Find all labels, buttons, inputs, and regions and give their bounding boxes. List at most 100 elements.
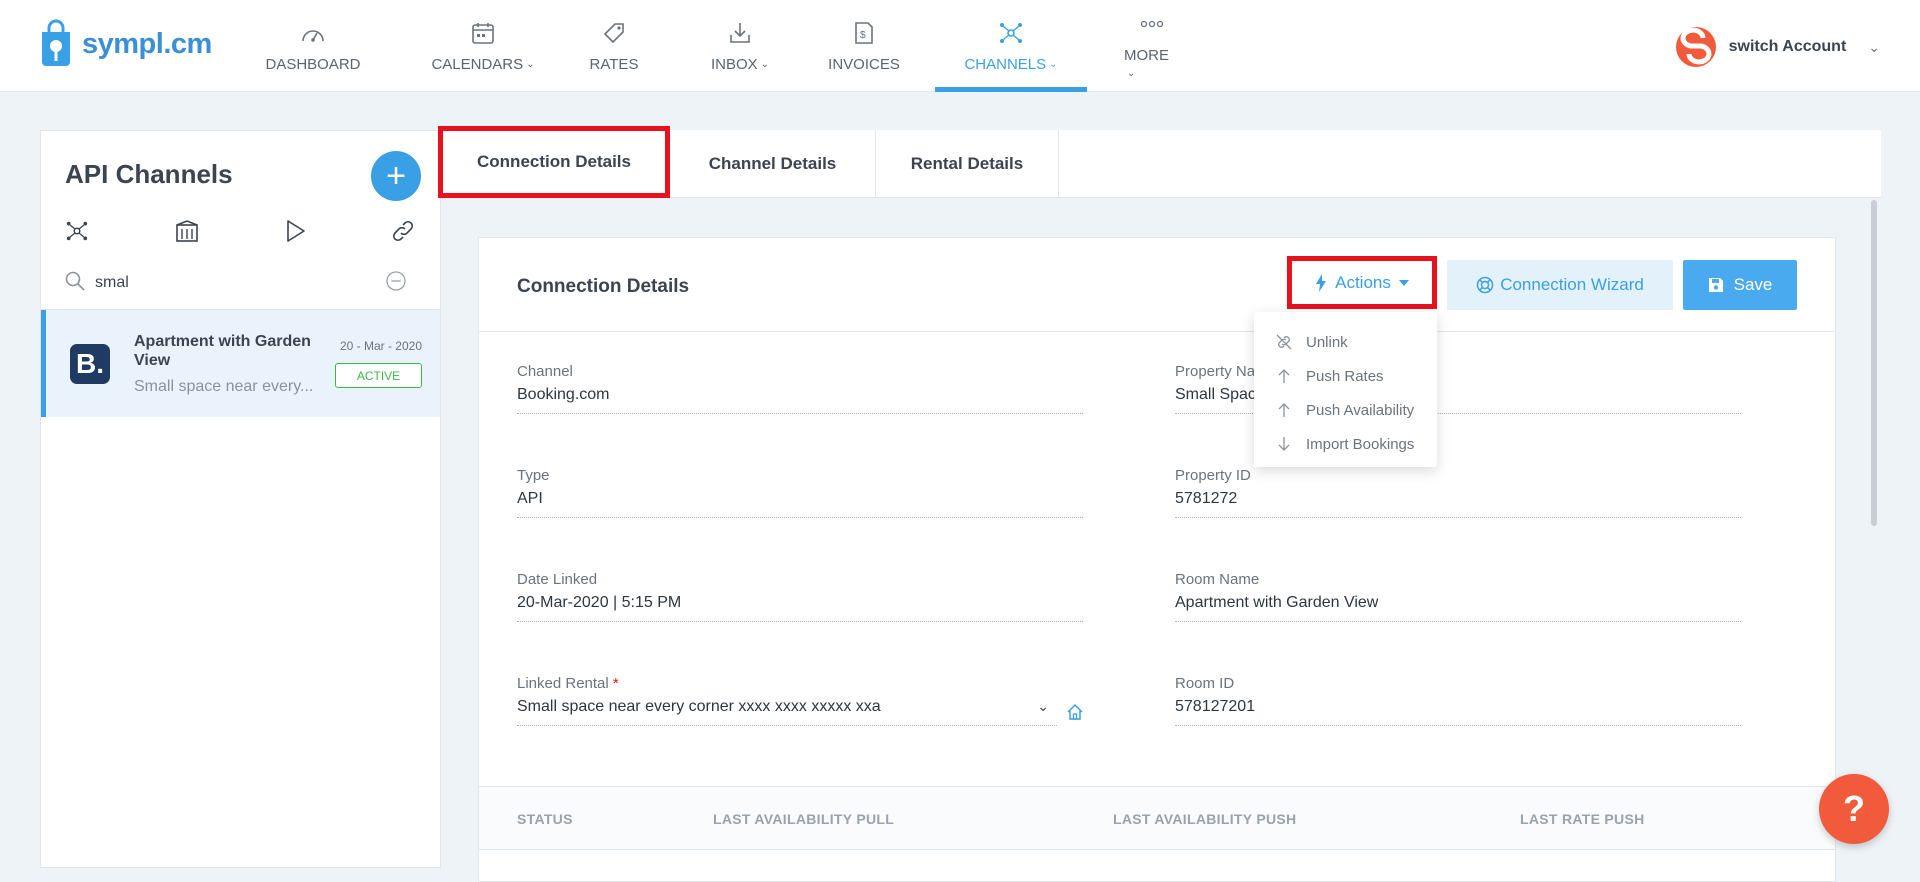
menu-item-push-rates[interactable]: Push Rates: [1254, 359, 1437, 393]
room-id-field: Room ID 578127201: [1175, 675, 1741, 726]
field-label: Type: [517, 467, 550, 484]
logo[interactable]: sympl.cm: [38, 18, 212, 70]
type-value: API: [517, 490, 1083, 518]
network-filter-icon[interactable]: [65, 219, 89, 248]
save-button[interactable]: Save: [1683, 260, 1797, 310]
chevron-down-icon: ⌄: [1049, 59, 1058, 71]
search-icon: [65, 271, 85, 296]
nav-dashboard-label: DASHBOARD: [265, 55, 361, 73]
nav-more-label: MORE: [1124, 47, 1169, 64]
column-header-last-rate-push: LAST RATE PUSH: [1520, 811, 1645, 827]
field-label: Linked Rental *: [517, 675, 1057, 692]
field-label: Room ID: [1175, 675, 1235, 692]
status-badge: ACTIVE: [335, 363, 422, 388]
nav-inbox[interactable]: INBOX ⌄: [710, 0, 770, 92]
brand-name: sympl.cm: [82, 27, 212, 60]
home-icon[interactable]: [1066, 703, 1084, 726]
chevron-down-icon: ⌄: [526, 59, 535, 71]
link-icon[interactable]: [391, 219, 415, 248]
menu-item-label: Push Availability: [1306, 401, 1415, 419]
field-label: Date Linked: [517, 571, 598, 588]
account-switcher[interactable]: switch Account ⌄: [1675, 26, 1880, 68]
nav-invoices[interactable]: $ INVOICES: [828, 0, 900, 92]
menu-item-import-bookings[interactable]: Import Bookings: [1254, 427, 1437, 461]
field-label: Channel: [517, 363, 573, 380]
connection-details-card: Connection Details Actions Connection Wi…: [478, 237, 1836, 882]
nav-channels[interactable]: CHANNELS ⌄: [935, 0, 1087, 92]
actions-button[interactable]: Actions: [1287, 256, 1437, 309]
booking-com-logo: B.: [70, 344, 110, 384]
panel-toolbar: [61, 219, 431, 249]
help-button[interactable]: ?: [1819, 774, 1889, 844]
nav-invoices-label: INVOICES: [828, 55, 900, 73]
room-id-value: 578127201: [1175, 698, 1741, 726]
menu-item-push-availability[interactable]: Push Availability: [1254, 393, 1437, 427]
top-navigation: sympl.cm DASHBOARD CALENDARS ⌄ RATES INBO…: [0, 0, 1920, 92]
tab-channel-details[interactable]: Channel Details: [670, 130, 876, 198]
lightning-icon: [1316, 273, 1327, 292]
channel-field: Channel Booking.com: [517, 363, 1083, 414]
connection-wizard-button[interactable]: Connection Wizard: [1447, 260, 1673, 310]
arrow-up-icon: [1278, 403, 1290, 417]
nav-inbox-label: INBOX: [710, 55, 758, 73]
channel-item-title: Apartment with Garden View: [134, 333, 311, 369]
channel-value: Booking.com: [517, 386, 1083, 414]
card-header: Connection Details Actions Connection Wi…: [479, 238, 1835, 332]
chevron-down-icon: ⌄: [1037, 698, 1049, 714]
network-icon: [996, 20, 1026, 46]
channel-list-item[interactable]: B. Apartment with Garden View Small spac…: [41, 310, 440, 417]
column-header-last-availability-push: LAST AVAILABILITY PUSH: [1113, 811, 1297, 827]
tab-rental-details[interactable]: Rental Details: [876, 130, 1059, 198]
inbox-download-icon: [725, 20, 755, 46]
account-avatar-icon: [1675, 27, 1716, 67]
add-channel-button[interactable]: +: [371, 151, 421, 201]
menu-item-unlink[interactable]: Unlink: [1254, 325, 1437, 359]
linked-rental-select[interactable]: Small space near every corner xxxx xxxx …: [517, 698, 1057, 726]
save-label: Save: [1733, 275, 1773, 294]
type-field: Type API: [517, 467, 1083, 518]
linked-rental-label: Linked Rental: [517, 675, 609, 692]
menu-item-label: Unlink: [1306, 333, 1348, 351]
channel-item-subtitle: Small space near every...: [134, 378, 314, 395]
detail-tabs: Connection Details Channel Details Renta…: [438, 126, 1881, 198]
column-header-status: STATUS: [517, 811, 573, 827]
play-icon[interactable]: [283, 219, 307, 248]
dots-icon: [1137, 11, 1167, 37]
account-label: switch Account: [1728, 38, 1847, 55]
column-header-last-availability-pull: LAST AVAILABILITY PULL: [713, 811, 895, 827]
nav-more[interactable]: MORE ⌄: [1124, 0, 1180, 92]
nav-rates[interactable]: RATES: [590, 0, 638, 92]
nav-channels-label: CHANNELS: [964, 55, 1047, 73]
invoice-icon: $: [849, 20, 879, 46]
building-icon[interactable]: [175, 219, 199, 248]
actions-label: Actions: [1335, 272, 1391, 292]
linked-rental-value: Small space near every corner xxxx xxxx …: [517, 698, 881, 715]
tab-connection-details[interactable]: Connection Details: [438, 126, 670, 198]
status-table-header: STATUS LAST AVAILABILITY PULL LAST AVAIL…: [479, 786, 1835, 850]
scrollbar[interactable]: [1871, 200, 1877, 526]
nav-rates-label: RATES: [589, 55, 639, 73]
card-title: Connection Details: [517, 276, 690, 297]
date-linked-value: 20-Mar-2020 | 5:15 PM: [517, 594, 1083, 622]
caret-down-icon: [1398, 279, 1409, 286]
field-label: Room Name: [1175, 571, 1260, 588]
property-id-field: Property ID 5781272: [1175, 467, 1741, 518]
chevron-down-icon: ⌄: [1127, 67, 1136, 79]
panel-title: API Channels: [65, 159, 233, 189]
shopping-bag-logo-icon: [42, 19, 70, 66]
api-channels-panel: API Channels + B. Apartment with Garden …: [40, 130, 441, 868]
room-name-value: Apartment with Garden View: [1175, 594, 1741, 622]
speedometer-icon: [298, 20, 328, 46]
menu-item-label: Import Bookings: [1306, 435, 1415, 453]
chevron-down-icon: ⌄: [760, 59, 770, 71]
chevron-down-icon: ⌄: [1868, 38, 1880, 55]
property-id-value: 5781272: [1175, 490, 1741, 518]
search-input[interactable]: [95, 274, 385, 292]
clear-search-icon[interactable]: [385, 270, 407, 297]
svg-text:$: $: [860, 30, 866, 41]
floppy-disk-icon: [1708, 278, 1723, 292]
channel-search: [65, 270, 421, 297]
nav-dashboard[interactable]: DASHBOARD: [265, 0, 361, 92]
required-marker: *: [612, 675, 619, 692]
nav-calendars[interactable]: CALENDARS ⌄: [430, 0, 536, 92]
